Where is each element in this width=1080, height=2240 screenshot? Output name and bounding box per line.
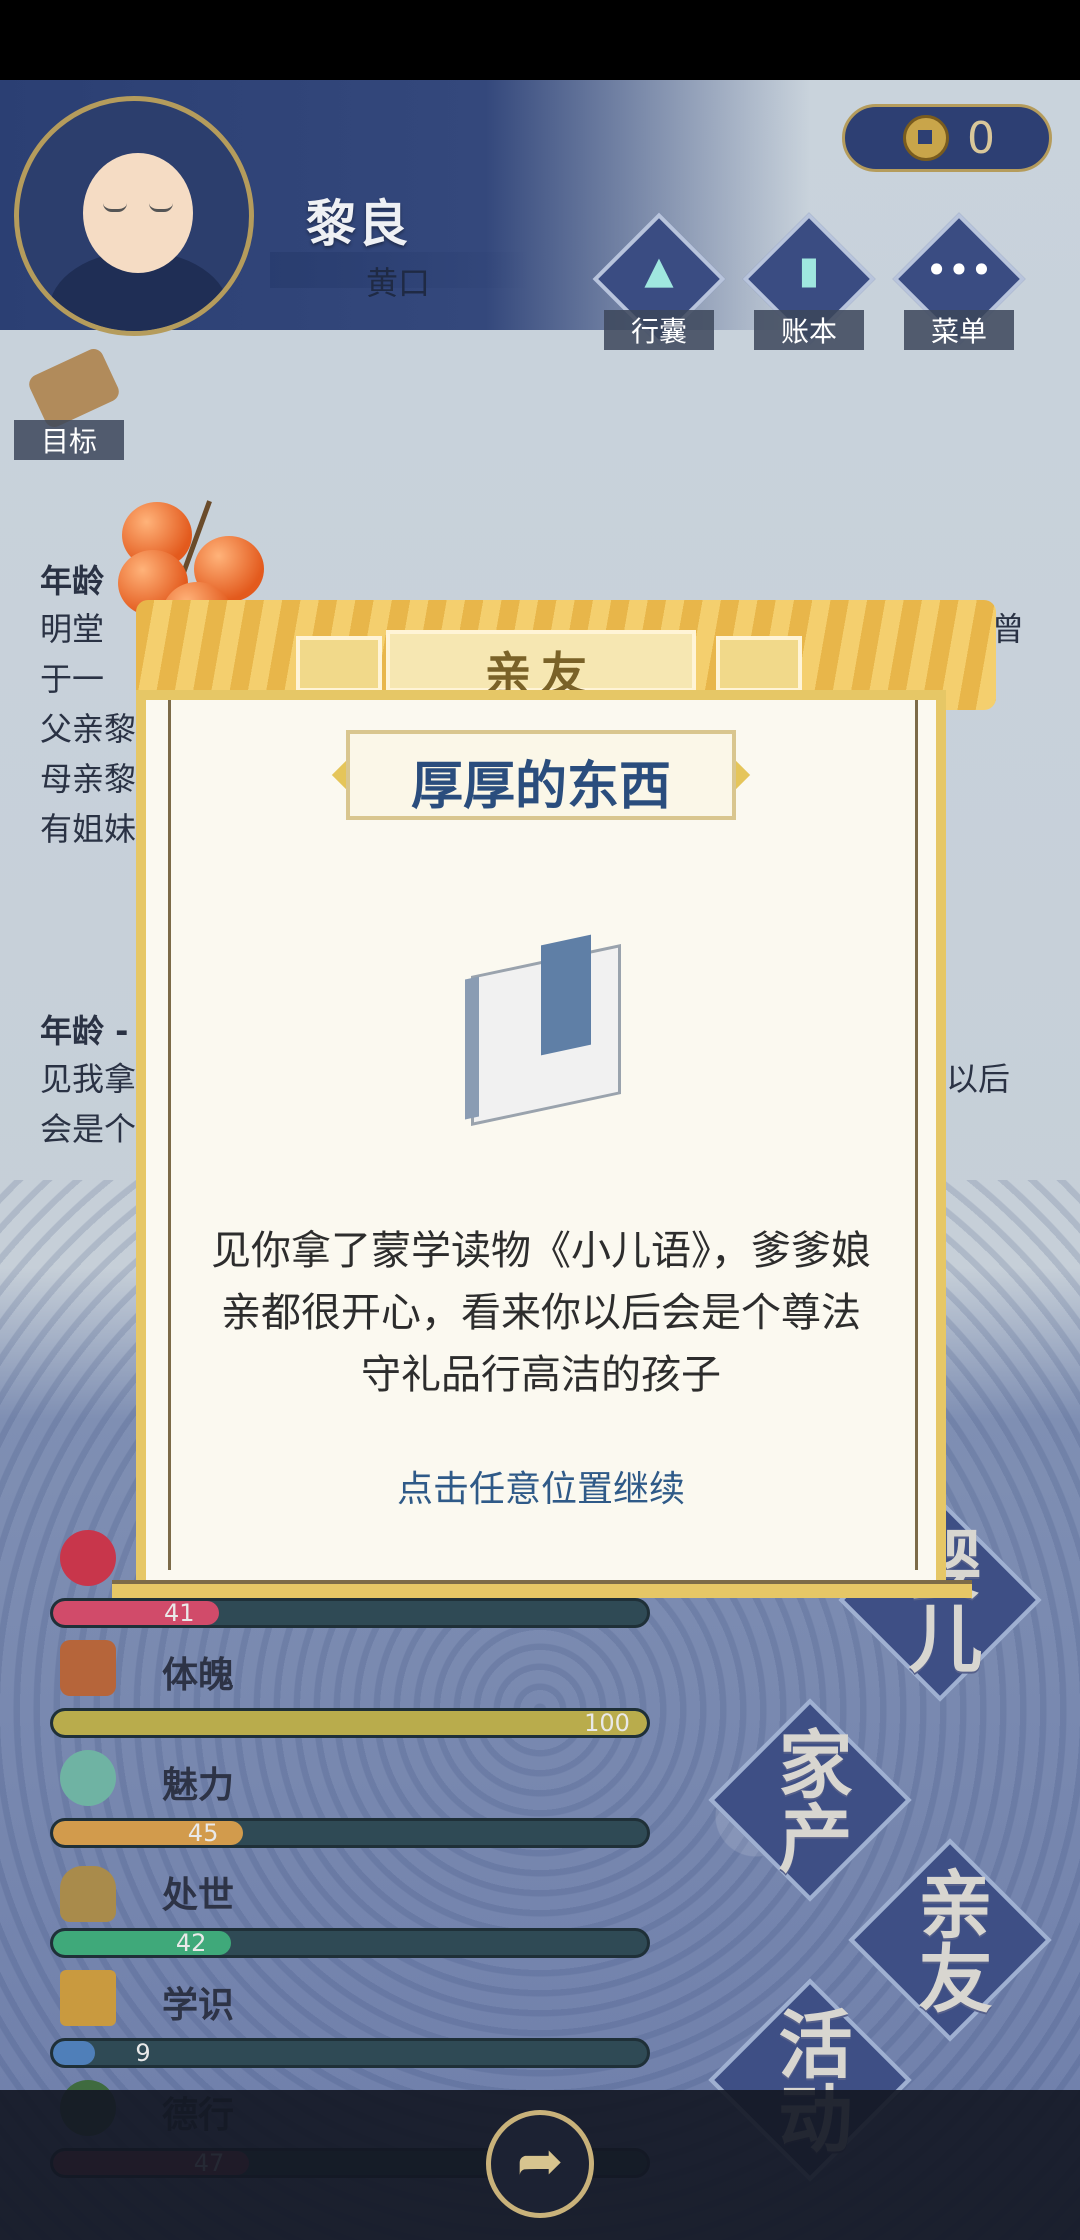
item-name-box: 厚厚的东西 — [346, 730, 736, 820]
item-name: 厚厚的东西 — [410, 757, 671, 817]
modal-title-plate: 亲友 — [386, 630, 696, 701]
book-label — [541, 934, 591, 1056]
continue-hint[interactable]: 点击任意位置继续 — [136, 1460, 946, 1512]
modal-bottom-bar — [112, 1580, 972, 1598]
header-plate-right — [716, 636, 802, 692]
item-description: 见你拿了蒙学读物《小儿语》，爹爹娘亲都很开心，看来你以后会是个尊法守礼品行高洁的… — [211, 1228, 871, 1398]
book-spine — [465, 976, 479, 1120]
relatives-modal[interactable]: 亲友 厚厚的东西 见你拿了蒙学读物《小儿语》，爹爹娘亲都很开心，看来你以后会是个… — [112, 600, 996, 1600]
book-icon — [461, 920, 631, 1126]
modal-inner-frame — [168, 700, 918, 1570]
header-plate-left — [296, 636, 382, 692]
modal-body — [136, 690, 946, 1590]
